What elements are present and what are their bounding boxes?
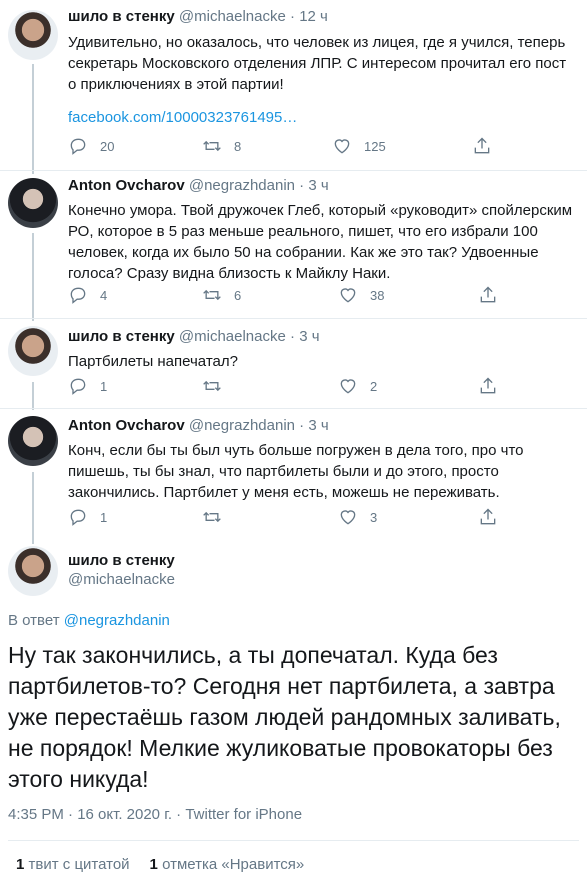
tweet-actions: 1 3 bbox=[68, 507, 508, 529]
tweet-header: Anton Ovcharov @negrazhdanin · 3 ч bbox=[68, 177, 329, 194]
tweet-text: Конечно умора. Твой дружочек Глеб, котор… bbox=[68, 202, 573, 282]
tweet-link[interactable]: facebook.com/10000323761495… bbox=[68, 107, 573, 128]
reply-context: В ответ @negrazhdanin bbox=[8, 612, 170, 629]
retweet-icon bbox=[203, 140, 221, 152]
tweet-actions: 20 8 125 bbox=[68, 136, 508, 158]
like-icon bbox=[340, 379, 356, 394]
share-icon bbox=[480, 286, 496, 303]
tweet-divider bbox=[0, 318, 587, 319]
avatar[interactable] bbox=[8, 178, 58, 228]
share-icon bbox=[480, 508, 496, 525]
like-button[interactable]: 2 bbox=[338, 376, 377, 396]
share-button[interactable] bbox=[472, 136, 492, 156]
like-count: 2 bbox=[370, 378, 378, 394]
retweet-icon bbox=[203, 511, 221, 523]
thread-line bbox=[32, 64, 34, 174]
author-handle[interactable]: @michaelnacke bbox=[179, 8, 286, 25]
tweet-meta: 4:35 PM · 16 окт. 2020 г. · Twitter for … bbox=[8, 806, 303, 823]
quote-count: 1 bbox=[16, 856, 25, 873]
tweet-time[interactable]: 3 ч bbox=[308, 177, 328, 194]
thread-line bbox=[32, 233, 34, 321]
reply-icon bbox=[70, 287, 86, 304]
tweet-time[interactable]: 3 ч bbox=[299, 328, 319, 345]
tweet-header: шило в стенку @michaelnacke · 12 ч bbox=[68, 8, 328, 25]
retweet-button[interactable] bbox=[202, 376, 234, 396]
tweet-text-body: Удивительно, но оказалось, что человек и… bbox=[68, 34, 567, 93]
author-name[interactable]: шило в стенку bbox=[68, 328, 175, 345]
like-count: 3 bbox=[370, 509, 378, 525]
separator-dot: · bbox=[299, 177, 305, 194]
tweet-actions: 1 2 bbox=[68, 376, 508, 398]
quote-label: твит с цитатой bbox=[28, 856, 130, 873]
tweet-time[interactable]: 3 ч bbox=[308, 417, 328, 434]
share-icon bbox=[480, 377, 496, 394]
retweet-button[interactable]: 6 bbox=[202, 285, 241, 305]
separator-dot: · bbox=[290, 8, 296, 25]
main-tweet-text: Ну так закончились, а ты допечатал. Куда… bbox=[8, 642, 561, 792]
reply-prefix: В ответ bbox=[8, 612, 60, 629]
share-button[interactable] bbox=[478, 285, 498, 305]
reply-count: 1 bbox=[100, 509, 108, 525]
retweet-button[interactable] bbox=[202, 507, 234, 527]
reply-button[interactable]: 4 bbox=[68, 285, 107, 305]
like-icon bbox=[340, 288, 356, 303]
meta-divider bbox=[8, 840, 579, 841]
tweet-text: Удивительно, но оказалось, что человек и… bbox=[68, 32, 573, 128]
avatar[interactable] bbox=[8, 326, 58, 376]
separator-dot: · bbox=[290, 328, 296, 345]
author-handle[interactable]: @negrazhdanin bbox=[189, 417, 295, 434]
like-button[interactable]: 125 bbox=[332, 136, 386, 156]
reply-icon bbox=[70, 378, 86, 395]
like-icon bbox=[334, 139, 350, 154]
retweet-count: 8 bbox=[234, 138, 242, 154]
share-icon bbox=[474, 137, 490, 154]
likes-count: 1 bbox=[149, 856, 158, 873]
like-count: 125 bbox=[364, 138, 386, 154]
thread-line bbox=[32, 382, 34, 410]
retweet-button[interactable]: 8 bbox=[202, 136, 241, 156]
reply-icon bbox=[70, 509, 86, 526]
like-count: 38 bbox=[370, 287, 385, 303]
like-icon bbox=[340, 510, 356, 525]
author-name[interactable]: шило в стенку bbox=[68, 552, 175, 569]
tweet-actions: 4 6 38 bbox=[68, 285, 508, 307]
tweet-header: шило в стенку @michaelnacke · 3 ч bbox=[68, 328, 320, 345]
avatar[interactable] bbox=[8, 546, 58, 596]
likes-stat[interactable]: 1 отметка «Нравится» bbox=[150, 856, 305, 873]
engagement-stats: 1 твит с цитатой 1 отметка «Нравится» bbox=[16, 856, 304, 873]
author-handle[interactable]: @negrazhdanin bbox=[189, 177, 295, 194]
author-name[interactable]: Anton Ovcharov bbox=[68, 177, 185, 194]
avatar[interactable] bbox=[8, 416, 58, 466]
reply-button[interactable]: 1 bbox=[68, 507, 107, 527]
share-button[interactable] bbox=[478, 507, 498, 527]
reply-icon bbox=[70, 138, 86, 155]
author-handle[interactable]: @michaelnacke bbox=[68, 571, 175, 588]
tweet-text: Конч, если бы ты был чуть больше погруже… bbox=[68, 442, 524, 501]
share-button[interactable] bbox=[478, 376, 498, 396]
retweet-icon bbox=[203, 289, 221, 301]
tweet-divider bbox=[0, 408, 587, 409]
retweet-icon bbox=[203, 380, 221, 392]
tweet-time[interactable]: 12 ч bbox=[299, 8, 328, 25]
avatar[interactable] bbox=[8, 10, 58, 60]
thread-line bbox=[32, 472, 34, 544]
reply-count: 1 bbox=[100, 378, 108, 394]
reply-to-link[interactable]: @negrazhdanin bbox=[64, 612, 170, 629]
like-button[interactable]: 38 bbox=[338, 285, 384, 305]
quote-tweets-stat[interactable]: 1 твит с цитатой bbox=[16, 856, 130, 873]
like-button[interactable]: 3 bbox=[338, 507, 377, 527]
author-name[interactable]: шило в стенку bbox=[68, 8, 175, 25]
retweet-count: 6 bbox=[234, 287, 242, 303]
tweet-text: Партбилеты напечатал? bbox=[68, 353, 238, 370]
likes-label: отметка «Нравится» bbox=[162, 856, 305, 873]
author-handle[interactable]: @michaelnacke bbox=[179, 328, 286, 345]
tweet-divider bbox=[0, 170, 587, 171]
separator-dot: · bbox=[299, 417, 305, 434]
tweet-header: Anton Ovcharov @negrazhdanin · 3 ч bbox=[68, 417, 329, 434]
reply-button[interactable]: 1 bbox=[68, 376, 107, 396]
reply-count: 20 bbox=[100, 138, 115, 154]
reply-button[interactable]: 20 bbox=[68, 136, 114, 156]
author-name[interactable]: Anton Ovcharov bbox=[68, 417, 185, 434]
reply-count: 4 bbox=[100, 287, 108, 303]
